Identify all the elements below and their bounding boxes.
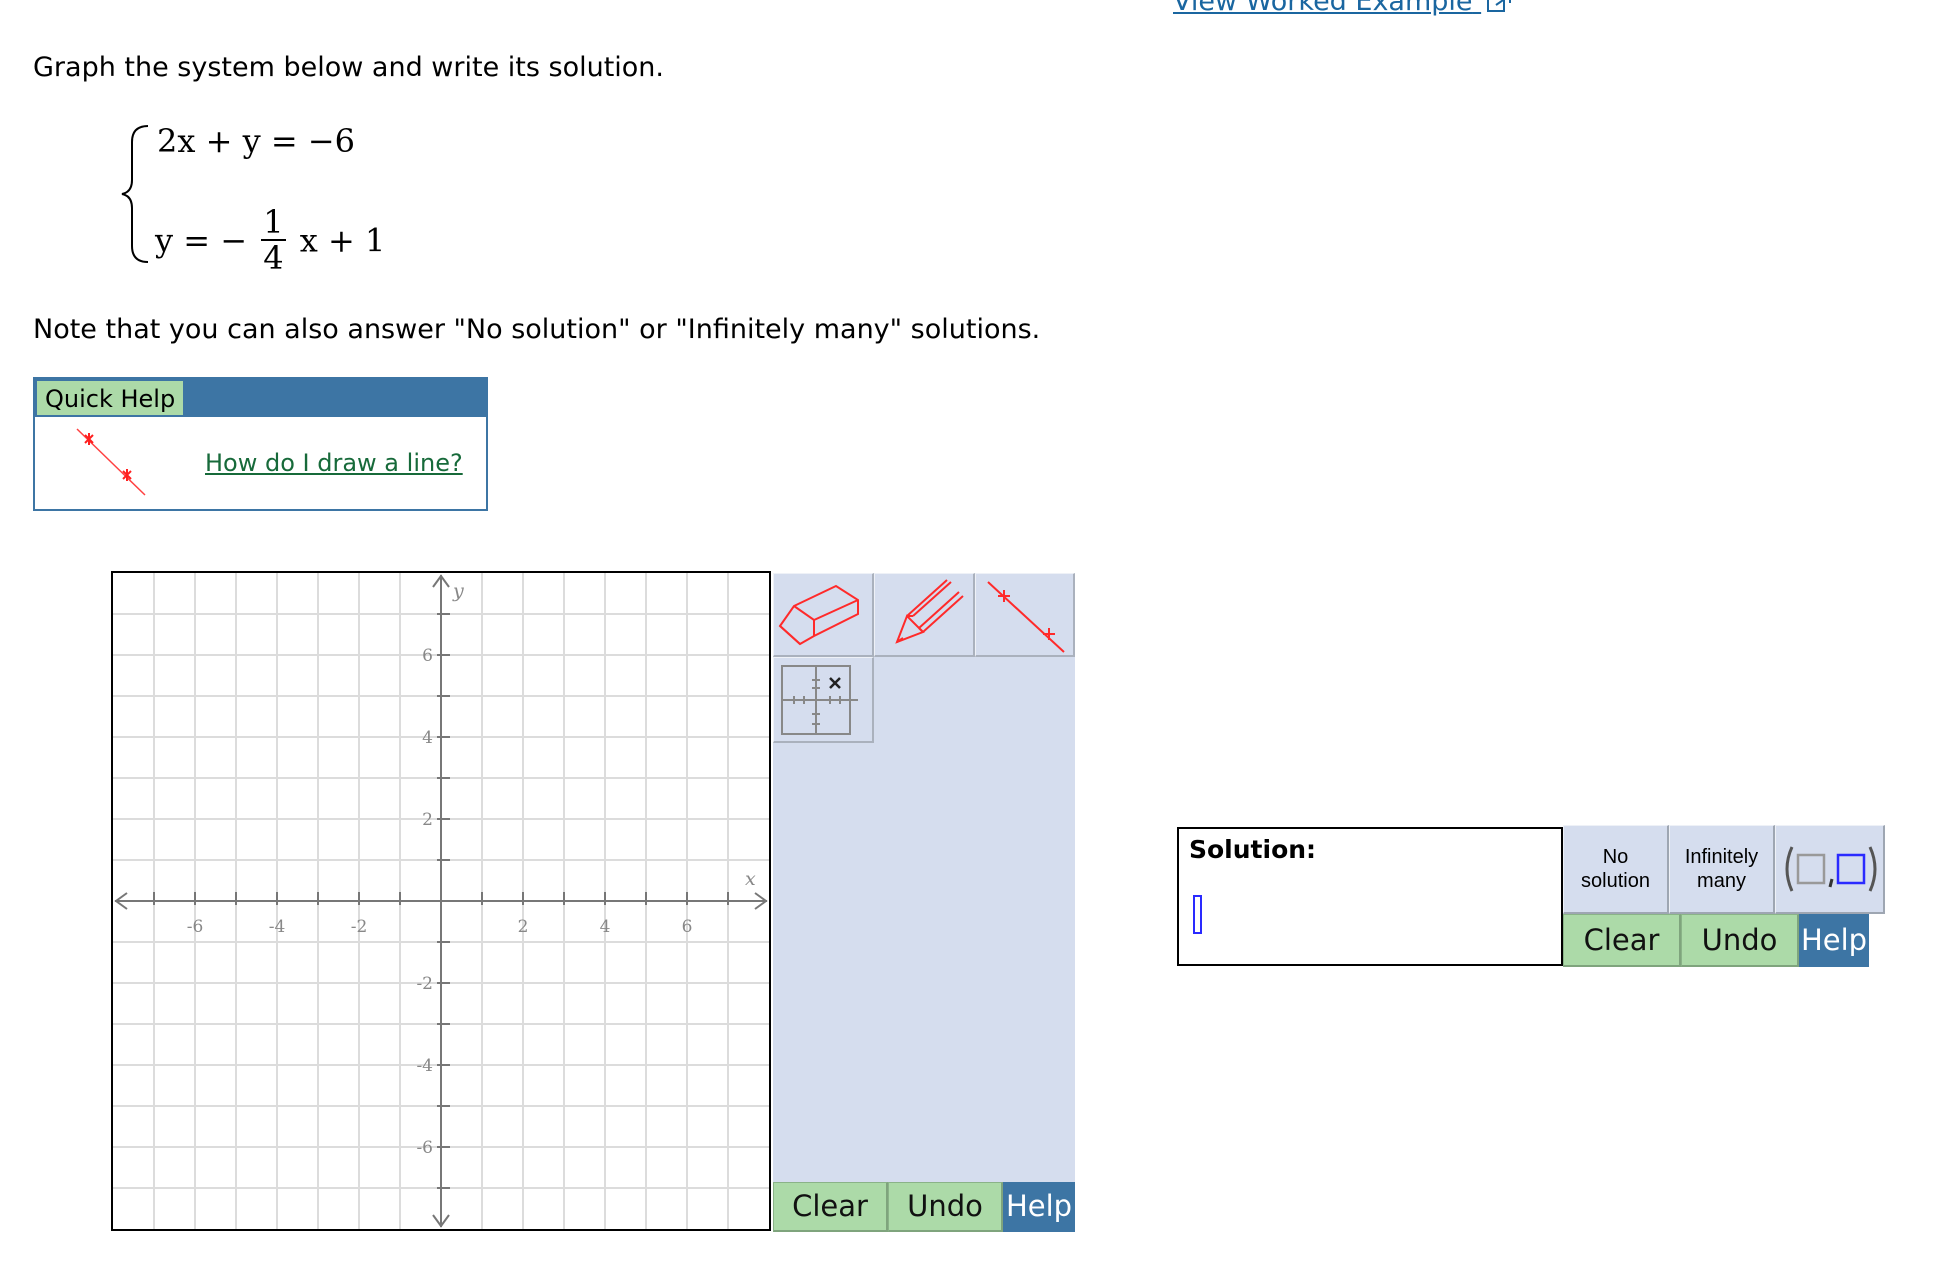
eq2-tail: x + 1 — [299, 221, 386, 260]
pencil-tool-button[interactable] — [874, 573, 975, 657]
no-solution-line1: No — [1602, 846, 1629, 868]
move-graph-tool-button[interactable] — [773, 657, 874, 743]
pencil-icon — [895, 579, 964, 644]
x-axis-label: x — [745, 868, 756, 890]
y-tick-label: 6 — [422, 646, 433, 666]
answer-note: Note that you can also answer "No soluti… — [33, 314, 1041, 345]
infinitely-many-line1: Infinitely — [1684, 846, 1759, 868]
graph-clear-button[interactable]: Clear — [773, 1182, 888, 1232]
y-axis-label: y — [452, 580, 464, 602]
external-link-icon — [1487, 0, 1512, 12]
eq1-lhs: 2x + y — [157, 122, 261, 160]
view-worked-example-link[interactable]: View Worked Example — [1173, 0, 1513, 17]
graph-area[interactable]: -6 -4 -2 2 4 6 6 4 2 -2 -4 -6 x y — [111, 571, 771, 1231]
x-tick-label: -4 — [269, 917, 286, 937]
no-solution-line2: solution — [1581, 870, 1650, 892]
x-tick-label: -2 — [351, 917, 368, 937]
solution-undo-button[interactable]: Undo — [1681, 914, 1799, 967]
y-tick-label: -6 — [416, 1138, 433, 1158]
eq2-sign: − — [220, 221, 248, 260]
eraser-icon — [778, 584, 859, 646]
solution-box[interactable]: Solution: — [1177, 827, 1563, 966]
how-to-draw-line-link[interactable]: How do I draw a line? — [205, 449, 463, 477]
x-tick-label: -6 — [187, 917, 204, 937]
x-tick-label: 2 — [518, 917, 529, 937]
quick-help-panel: Quick Help How do I draw a line? — [33, 377, 488, 511]
line-tool-icon — [76, 428, 146, 496]
system-brace-icon — [121, 125, 149, 263]
equation-2: y = − 1 4 x + 1 — [155, 203, 386, 278]
solution-help-button[interactable]: Help — [1799, 914, 1869, 967]
no-solution-button[interactable]: No solution — [1563, 825, 1669, 914]
solution-label: Solution: — [1189, 835, 1317, 864]
y-tick-label: 2 — [422, 810, 433, 830]
eq2-fraction: 1 4 — [261, 203, 286, 277]
y-tick-label: -4 — [416, 1056, 433, 1076]
line-tool-button[interactable] — [975, 573, 1075, 657]
infinitely-many-button[interactable]: Infinitely many — [1669, 825, 1775, 914]
fraction-denominator: 4 — [263, 239, 284, 277]
worked-example-label: View Worked Example — [1173, 0, 1473, 17]
line-tool-icon — [987, 581, 1065, 653]
eq1-rhs: −6 — [307, 122, 355, 160]
x-tick-label: 6 — [682, 917, 693, 937]
graph-move-icon — [781, 665, 858, 735]
ordered-pair-button[interactable] — [1775, 825, 1885, 914]
ordered-pair-icon — [1785, 846, 1876, 892]
fraction-numerator: 1 — [261, 203, 286, 241]
equation-1: 2x + y = −6 — [157, 122, 355, 160]
y-tick-label: 4 — [422, 728, 433, 748]
problem-prompt: Graph the system below and write its sol… — [33, 52, 665, 83]
graph-undo-button[interactable]: Undo — [888, 1182, 1003, 1232]
x-tick-label: 4 — [600, 917, 611, 937]
solution-clear-button[interactable]: Clear — [1563, 914, 1681, 967]
eraser-tool-button[interactable] — [773, 573, 874, 657]
eq2-equals: = — [183, 221, 211, 260]
graph-help-button[interactable]: Help — [1003, 1182, 1075, 1232]
quick-help-title[interactable]: Quick Help — [37, 381, 184, 415]
eq1-equals: = — [270, 122, 298, 160]
solution-input-cursor[interactable] — [1193, 895, 1202, 934]
coordinate-plane[interactable]: -6 -4 -2 2 4 6 6 4 2 -2 -4 -6 x y — [113, 573, 769, 1229]
graph-tools-panel: Clear Undo Help — [773, 573, 1075, 1232]
answer-button-panel: No solution Infinitely many Clear Undo H… — [1563, 825, 1885, 967]
eq2-lhs: y — [155, 221, 174, 260]
y-tick-label: -2 — [416, 974, 433, 994]
infinitely-many-line2: many — [1697, 870, 1746, 892]
